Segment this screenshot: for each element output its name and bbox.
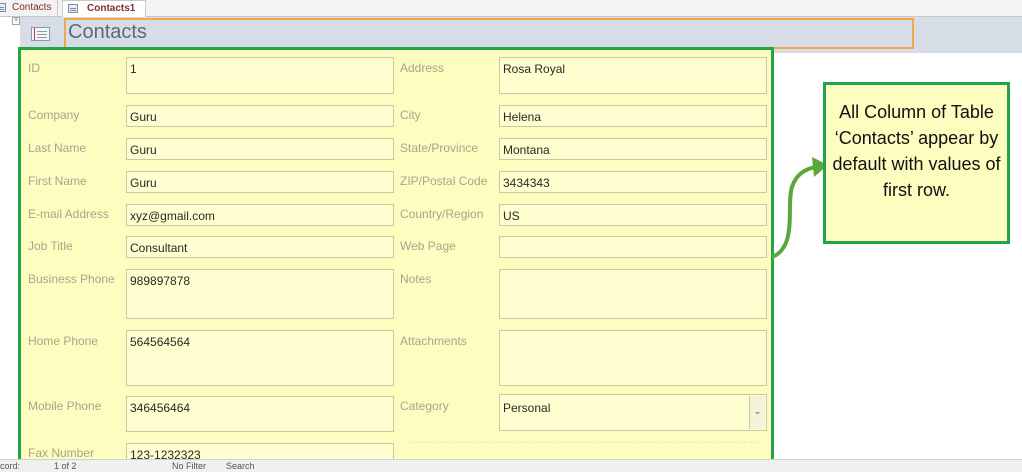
tab-contacts1[interactable]: Contacts1 xyxy=(62,0,146,17)
job-title-label: Job Title xyxy=(28,239,73,253)
state-label: State/Province xyxy=(400,141,479,155)
record-navigation-bar: cord: 1 of 2 No Filter Search xyxy=(0,459,1022,472)
address-label: Address xyxy=(400,61,445,75)
fax-number-label: Fax Number xyxy=(28,446,95,460)
first-name-label: First Name xyxy=(28,174,87,188)
first-name-field[interactable]: Guru xyxy=(126,171,394,193)
id-label: ID xyxy=(28,61,40,75)
record-prefix: cord: xyxy=(0,461,21,471)
form-selector[interactable]: + xyxy=(12,17,20,25)
company-field[interactable]: Guru xyxy=(126,105,394,127)
last-name-field[interactable]: Guru xyxy=(126,138,394,160)
state-field[interactable]: Montana xyxy=(499,138,767,160)
job-title-field[interactable]: Consultant xyxy=(126,236,394,258)
city-field[interactable]: Helena xyxy=(499,105,767,127)
search-box[interactable]: Search xyxy=(226,460,255,472)
mobile-phone-label: Mobile Phone xyxy=(28,399,102,413)
mobile-phone-field[interactable]: 346456464 xyxy=(126,396,394,432)
category-label: Category xyxy=(400,399,449,413)
title-selection-box[interactable] xyxy=(64,18,914,49)
filter-indicator[interactable]: No Filter xyxy=(172,460,206,472)
home-phone-field[interactable]: 564564564 xyxy=(126,330,394,386)
tab-contacts1-label: Contacts1 xyxy=(87,3,136,14)
country-label: Country/Region xyxy=(400,207,484,221)
attachments-label: Attachments xyxy=(400,334,467,348)
attachments-field[interactable] xyxy=(499,330,767,386)
business-phone-label: Business Phone xyxy=(28,272,115,286)
email-label: E-mail Address xyxy=(28,207,109,221)
id-field[interactable]: 1 xyxy=(126,57,394,94)
tab-contacts-label: Contacts xyxy=(12,2,52,13)
address-field[interactable]: Rosa Royal xyxy=(499,57,767,94)
form-tab-icon xyxy=(68,4,78,13)
company-label: Company xyxy=(28,108,80,122)
web-page-label: Web Page xyxy=(400,239,456,253)
table-icon xyxy=(0,3,6,12)
email-field[interactable]: xyz@gmail.com xyxy=(126,204,394,226)
tab-contacts[interactable]: Contacts xyxy=(0,0,58,16)
zip-label: ZIP/Postal Code xyxy=(400,174,488,188)
home-phone-label: Home Phone xyxy=(28,334,99,348)
business-phone-field[interactable]: 989897878 xyxy=(126,269,394,319)
form-title: Contacts xyxy=(68,21,147,43)
last-name-label: Last Name xyxy=(28,141,87,155)
web-page-field[interactable] xyxy=(499,236,767,258)
notes-label: Notes xyxy=(400,272,432,286)
form-detail-section: ID 1 Company Guru Last Name Guru First N… xyxy=(18,47,774,466)
country-field[interactable]: US xyxy=(499,204,767,226)
form-icon xyxy=(31,27,50,41)
city-label: City xyxy=(400,108,421,122)
annotation-callout: All Column of Table ‘Contacts’ appear by… xyxy=(823,82,1010,244)
record-position[interactable]: 1 of 2 xyxy=(54,460,77,472)
callout-text: All Column of Table ‘Contacts’ appear by… xyxy=(832,102,1001,200)
dashed-divider xyxy=(410,442,762,443)
notes-field[interactable] xyxy=(499,269,767,319)
document-tab-strip: Contacts Contacts1 xyxy=(0,0,1022,17)
zip-field[interactable]: 3434343 xyxy=(499,171,767,193)
category-value: Personal xyxy=(503,401,551,415)
category-combo[interactable]: Personal ⌄ xyxy=(499,394,767,431)
dropdown-arrow-icon[interactable]: ⌄ xyxy=(749,396,765,429)
